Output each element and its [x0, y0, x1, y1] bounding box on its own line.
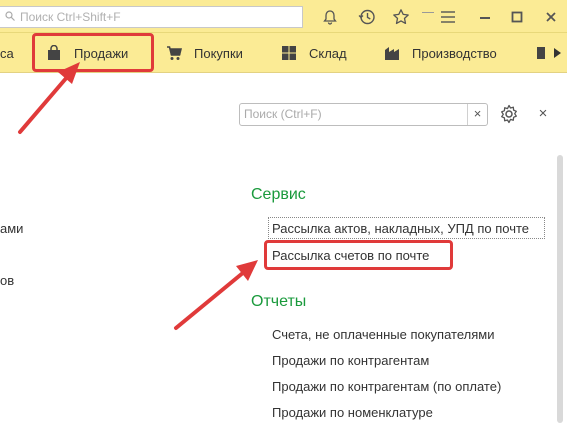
- form-close-button[interactable]: ×: [535, 106, 551, 122]
- section-item-production[interactable]: Производство: [384, 33, 497, 73]
- link-mailing-acts[interactable]: Рассылка актов, накладных, УПД по почте: [272, 221, 529, 236]
- invoice-mailing-highlight-box: [264, 240, 453, 270]
- title-bar: Поиск Ctrl+Shift+F: [0, 0, 567, 33]
- section-label: Покупки: [194, 45, 243, 61]
- group-title-reports: Отчеты: [251, 293, 307, 310]
- section-item-more[interactable]: [536, 33, 546, 73]
- maximize-icon[interactable]: [506, 6, 528, 28]
- gear-icon[interactable]: [499, 104, 519, 124]
- form-search-input[interactable]: Поиск (Ctrl+F) ×: [239, 103, 488, 126]
- section-item-partial[interactable]: са: [0, 33, 14, 73]
- cart-icon: [167, 46, 182, 60]
- menu-icon[interactable]: [437, 6, 459, 28]
- section-item-purchases[interactable]: Покупки: [166, 33, 243, 73]
- sales-highlight-box: [32, 33, 154, 72]
- form-search-placeholder: Поиск (Ctrl+F): [244, 107, 322, 121]
- separator: [422, 12, 434, 13]
- link-report[interactable]: Продажи по номенклатуре: [272, 405, 433, 420]
- vertical-scrollbar[interactable]: [557, 155, 563, 423]
- close-icon[interactable]: [540, 6, 562, 28]
- group-title-service: Сервис: [251, 186, 306, 203]
- link-report[interactable]: Продажи по контрагентам (по оплате): [272, 379, 501, 394]
- scroll-right-button[interactable]: [553, 33, 563, 73]
- chevron-right-icon: [554, 48, 561, 58]
- link-report[interactable]: Продажи по контрагентам: [272, 353, 429, 368]
- left-list-item[interactable]: ов: [0, 273, 14, 288]
- bell-icon[interactable]: [319, 6, 341, 28]
- global-search-placeholder: Поиск Ctrl+Shift+F: [20, 10, 121, 24]
- star-icon[interactable]: [390, 6, 412, 28]
- section-label: Склад: [309, 45, 347, 61]
- document-icon: [537, 47, 545, 59]
- history-icon[interactable]: [356, 6, 378, 28]
- global-search-input[interactable]: Поиск Ctrl+Shift+F: [0, 6, 303, 28]
- section-label: са: [0, 45, 14, 61]
- grid-icon: [282, 46, 296, 60]
- arrow-to-invoice-mailing: [174, 260, 258, 330]
- link-report[interactable]: Счета, не оплаченные покупателями: [272, 327, 494, 342]
- minimize-icon[interactable]: [474, 6, 496, 28]
- section-item-warehouse[interactable]: Склад: [281, 33, 347, 73]
- section-label: Производство: [412, 45, 497, 61]
- left-list-item[interactable]: ами: [0, 221, 23, 236]
- clear-search-button[interactable]: ×: [467, 104, 487, 125]
- search-icon: [5, 11, 15, 21]
- factory-icon: [385, 47, 399, 60]
